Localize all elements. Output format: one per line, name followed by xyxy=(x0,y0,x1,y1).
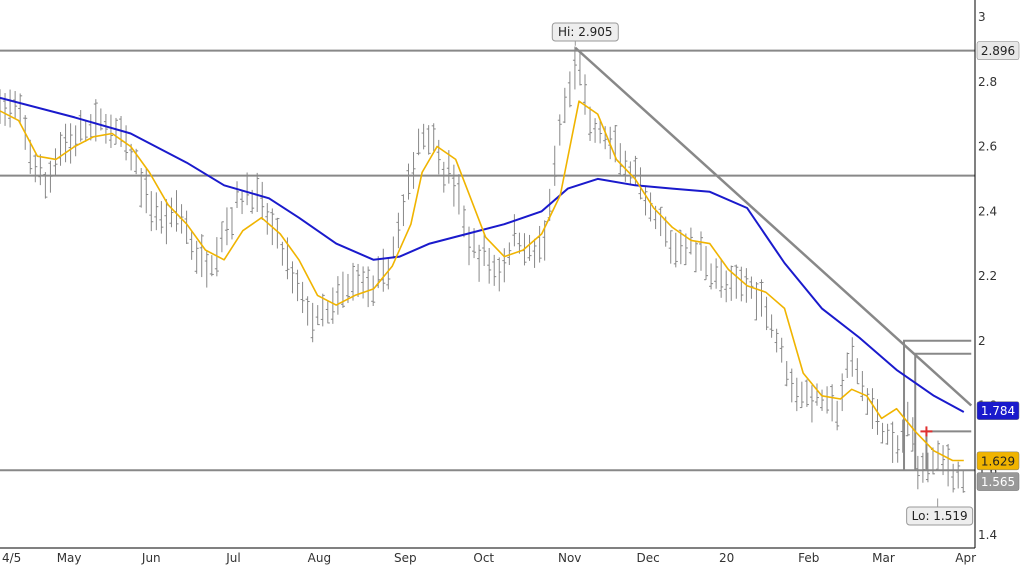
x-tick-label: Jul xyxy=(225,551,240,565)
x-tick-label: Sep xyxy=(394,551,417,565)
y-tick-label: 3 xyxy=(978,10,986,24)
x-tick-label: 4/5 xyxy=(2,551,21,565)
x-tick-label: Nov xyxy=(558,551,581,565)
x-tick-label: Aug xyxy=(308,551,331,565)
y-tick-label: 2.6 xyxy=(978,140,997,154)
value-tag-label: 1.629 xyxy=(981,454,1015,468)
y-tick-label: 2.8 xyxy=(978,75,997,89)
y-tick-label: 2.2 xyxy=(978,269,997,283)
value-tag-label: 2.896 xyxy=(981,44,1015,58)
value-tag-label: 1.565 xyxy=(981,475,1015,489)
x-tick-label: May xyxy=(57,551,82,565)
x-tick-label: Feb xyxy=(798,551,819,565)
low-annotation-label: Lo: 1.519 xyxy=(912,509,968,523)
high-annotation-label: Hi: 2.905 xyxy=(558,25,613,39)
y-tick-label: 2 xyxy=(978,334,986,348)
x-tick-label: Apr xyxy=(955,551,976,565)
price-chart: 1.41.61.822.22.42.62.834/5MayJunJulAugSe… xyxy=(0,0,1024,567)
x-tick-label: Mar xyxy=(872,551,895,565)
value-tag-label: 1.784 xyxy=(981,404,1015,418)
x-tick-label: Dec xyxy=(637,551,660,565)
x-tick-label: Jun xyxy=(141,551,161,565)
y-tick-label: 2.4 xyxy=(978,204,997,218)
x-tick-label: Oct xyxy=(473,551,494,565)
x-tick-label: 20 xyxy=(719,551,734,565)
y-tick-label: 1.4 xyxy=(978,528,997,542)
chart-background xyxy=(0,0,1024,567)
